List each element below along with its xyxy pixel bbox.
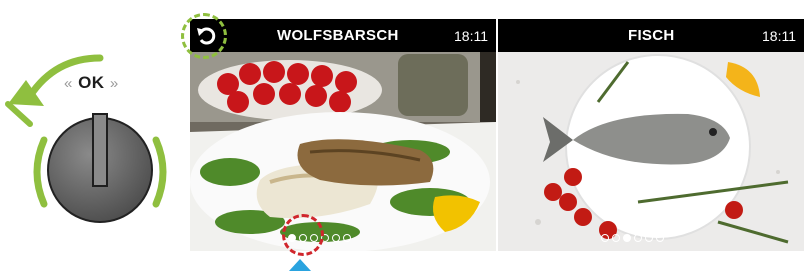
- page-dot[interactable]: [332, 234, 340, 242]
- page-dot[interactable]: [601, 234, 609, 242]
- right-turn-arc: [152, 136, 167, 208]
- screen-title: WOLFSBARSCH: [277, 27, 399, 44]
- back-button-highlight: [181, 13, 227, 59]
- page-dot-highlight: [282, 214, 324, 256]
- screen-title: FISCH: [628, 27, 675, 44]
- knob-indicator: [92, 113, 108, 187]
- page-dot[interactable]: [645, 234, 653, 242]
- photo-fisch: [498, 52, 804, 251]
- control-knob-illustration: « OK »: [0, 0, 190, 271]
- clock-time: 18:11: [762, 28, 796, 44]
- title-bar: WOLFSBARSCH 18:11: [190, 19, 496, 52]
- photo-wolfsbarsch: [190, 52, 496, 251]
- page-dot[interactable]: [612, 234, 620, 242]
- left-turn-arc: [33, 136, 48, 208]
- page-dot[interactable]: [656, 234, 664, 242]
- pointer-triangle-icon: [289, 259, 311, 271]
- page-dot[interactable]: [634, 234, 642, 242]
- screen-fisch: FISCH 18:11: [498, 19, 804, 251]
- page-dot[interactable]: [343, 234, 351, 242]
- knob-graphic: [5, 54, 167, 223]
- screen-wolfsbarsch: WOLFSBARSCH 18:11: [190, 19, 496, 251]
- right-arrows-icon: »: [109, 75, 119, 92]
- page-indicator[interactable]: [601, 234, 664, 242]
- title-bar: FISCH 18:11: [498, 19, 804, 52]
- left-arrows-icon: «: [64, 75, 73, 92]
- ok-label: « OK »: [64, 73, 119, 93]
- ok-text: OK: [78, 73, 105, 92]
- clock-time: 18:11: [454, 28, 488, 44]
- page-dot-active[interactable]: [623, 234, 631, 242]
